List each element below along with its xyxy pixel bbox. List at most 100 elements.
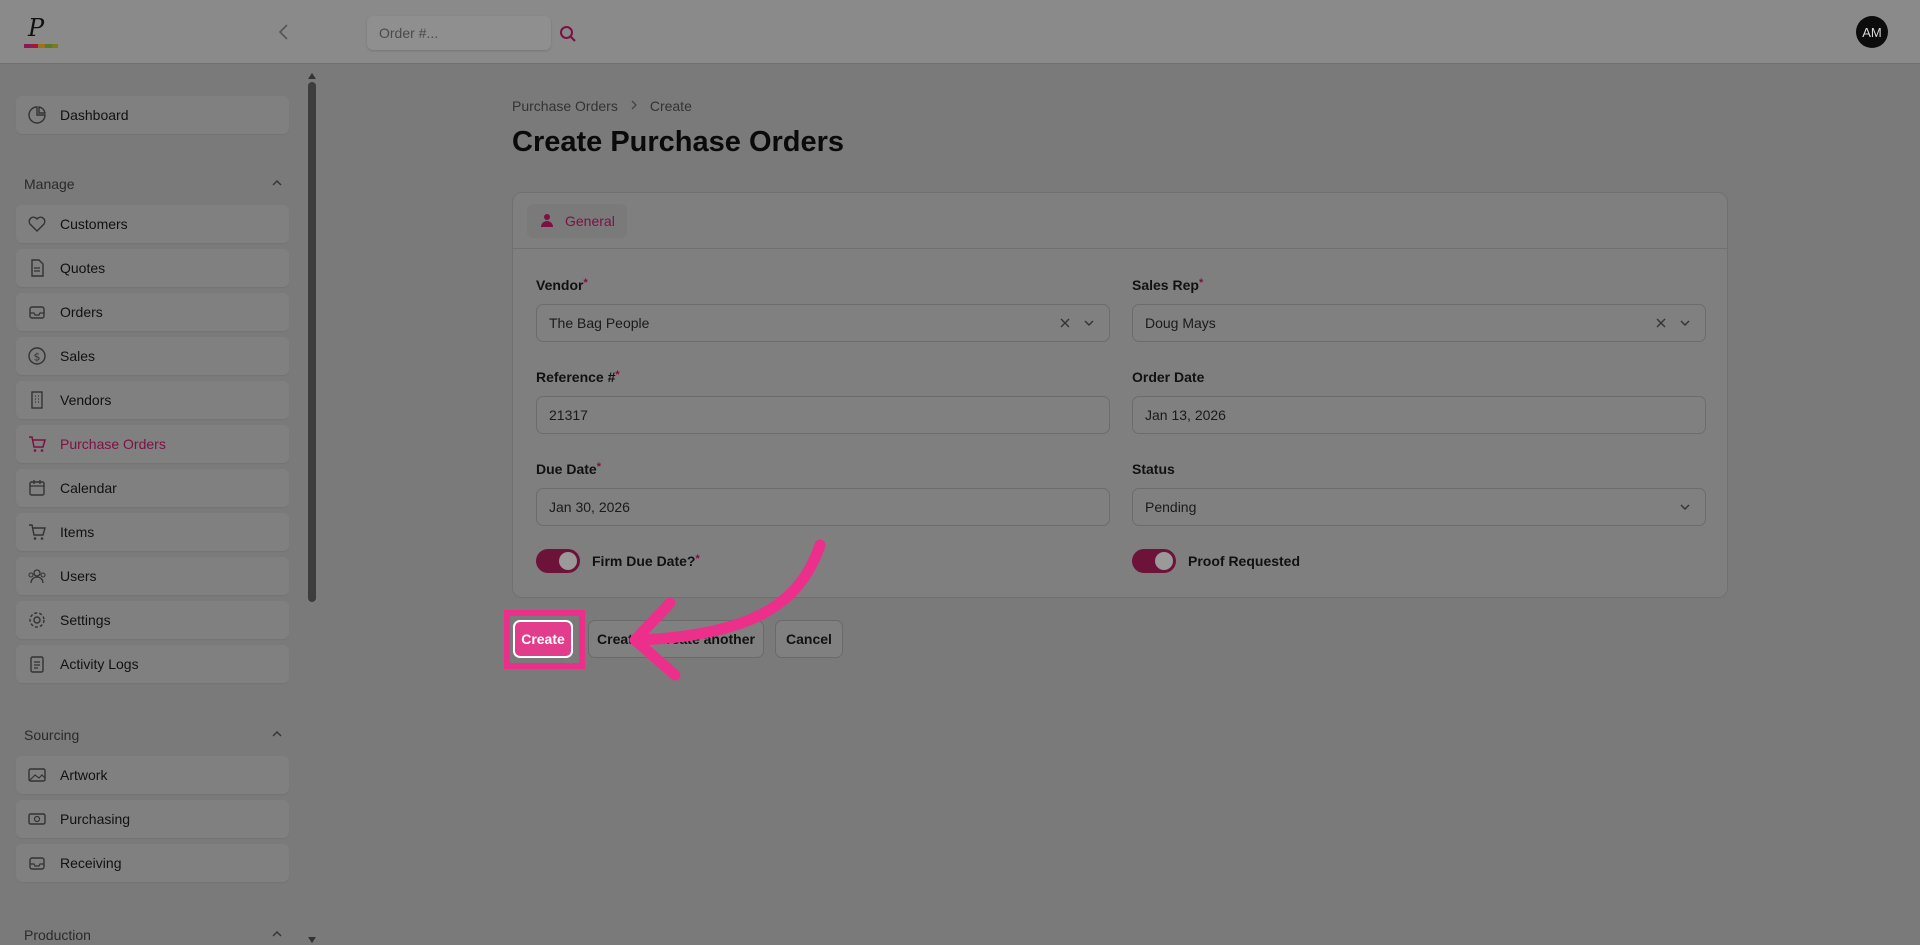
top-bar: P AM xyxy=(0,0,1920,64)
sidebar-item-label: Artwork xyxy=(60,767,108,783)
breadcrumb-purchase-orders[interactable]: Purchase Orders xyxy=(512,98,618,114)
breadcrumb-create: Create xyxy=(649,98,692,114)
scroll-down-arrow-icon[interactable] xyxy=(306,932,318,943)
pie-chart-icon xyxy=(26,104,48,126)
sidebar-item-purchasing[interactable]: Purchasing xyxy=(16,800,289,838)
chevron-down-icon[interactable] xyxy=(1081,315,1097,331)
search-icon[interactable] xyxy=(558,24,578,44)
clipboard-icon xyxy=(26,653,48,675)
app-logo[interactable]: P xyxy=(22,14,62,54)
status-value: Pending xyxy=(1145,499,1197,515)
inbox-icon xyxy=(26,301,48,323)
sidebar-item-purchase-orders[interactable]: Purchase Orders xyxy=(16,425,289,463)
create-button[interactable]: Create xyxy=(513,620,573,658)
page-title: Create Purchase Orders xyxy=(512,126,845,158)
section-manage[interactable]: Manage xyxy=(24,174,284,194)
inbox-icon xyxy=(26,852,48,874)
section-production[interactable]: Production xyxy=(24,925,284,945)
sales-rep-label: Sales Rep* xyxy=(1132,277,1204,293)
calendar-icon xyxy=(26,477,48,499)
sidebar-item-items[interactable]: Items xyxy=(16,513,289,551)
sidebar-item-label: Calendar xyxy=(60,480,117,496)
sidebar-item-dashboard[interactable]: Dashboard xyxy=(16,96,289,134)
cart-icon xyxy=(26,521,48,543)
section-title: Manage xyxy=(24,176,75,192)
reference-value: 21317 xyxy=(549,407,588,423)
chevron-up-icon[interactable] xyxy=(270,176,284,193)
sidebar-item-label: Users xyxy=(60,568,97,584)
sidebar-item-label: Vendors xyxy=(60,392,112,408)
order-date-input[interactable]: Jan 13, 2026 xyxy=(1132,396,1706,434)
sidebar-item-label: Dashboard xyxy=(60,107,129,123)
sidebar-item-label: Sales xyxy=(60,348,96,364)
vendor-value: The Bag People xyxy=(549,315,650,331)
sidebar-item-label: Items xyxy=(60,524,95,540)
chevron-up-icon[interactable] xyxy=(270,927,284,944)
proof-requested-label: Proof Requested xyxy=(1188,553,1301,569)
firm-due-date-label: Firm Due Date?* xyxy=(592,553,700,569)
chevron-up-icon[interactable] xyxy=(270,727,284,744)
toggle-knob xyxy=(559,552,577,570)
section-title: Production xyxy=(24,927,91,943)
cancel-button[interactable]: Cancel xyxy=(775,620,843,658)
sales-rep-select[interactable]: Doug Mays xyxy=(1132,304,1706,342)
order-date-value: Jan 13, 2026 xyxy=(1145,407,1226,423)
svg-text:P: P xyxy=(27,14,45,42)
collapse-sidebar-icon[interactable] xyxy=(272,20,296,44)
sales-rep-value: Doug Mays xyxy=(1145,315,1216,331)
sidebar-item-label: Customers xyxy=(60,216,128,232)
clear-icon[interactable] xyxy=(1653,315,1669,331)
clear-icon[interactable] xyxy=(1057,315,1073,331)
due-date-input[interactable]: Jan 30, 2026 xyxy=(536,488,1110,526)
section-title: Sourcing xyxy=(24,727,80,743)
card-tabs: General xyxy=(513,193,1727,249)
create-another-button[interactable]: Create & create another xyxy=(588,620,764,658)
firm-due-date-toggle[interactable] xyxy=(536,549,580,573)
scroll-up-arrow-icon[interactable] xyxy=(306,68,318,79)
proof-requested-toggle[interactable] xyxy=(1132,549,1176,573)
due-date-value: Jan 30, 2026 xyxy=(549,499,630,515)
status-select[interactable]: Pending xyxy=(1132,488,1706,526)
order-date-label: Order Date xyxy=(1132,369,1205,385)
status-label: Status xyxy=(1132,461,1175,477)
toggle-knob xyxy=(1155,552,1173,570)
sidebar-item-label: Purchasing xyxy=(60,811,131,827)
vendor-select[interactable]: The Bag People xyxy=(536,304,1110,342)
sidebar-item-sales[interactable]: $ Sales xyxy=(16,337,289,375)
tab-general[interactable]: General xyxy=(527,204,627,238)
cart-icon xyxy=(26,433,48,455)
user-avatar[interactable]: AM xyxy=(1856,16,1888,48)
sidebar-scroll-thumb[interactable] xyxy=(308,82,316,602)
sidebar-item-label: Activity Logs xyxy=(60,656,139,672)
vendor-label: Vendor* xyxy=(536,277,588,293)
reference-label: Reference #* xyxy=(536,369,620,385)
chevron-down-icon[interactable] xyxy=(1677,499,1693,515)
sidebar-item-artwork[interactable]: Artwork xyxy=(16,756,289,794)
sidebar: Dashboard Manage Customers Quotes Orders… xyxy=(0,65,304,945)
section-sourcing[interactable]: Sourcing xyxy=(24,725,284,745)
gear-icon xyxy=(26,609,48,631)
sidebar-item-settings[interactable]: Settings xyxy=(16,601,289,639)
sidebar-item-activity-logs[interactable]: Activity Logs xyxy=(16,645,289,683)
search-box xyxy=(367,16,551,50)
due-date-label: Due Date* xyxy=(536,461,601,477)
dollar-icon: $ xyxy=(26,345,48,367)
sidebar-item-vendors[interactable]: Vendors xyxy=(16,381,289,419)
user-icon xyxy=(539,212,555,231)
sidebar-item-calendar[interactable]: Calendar xyxy=(16,469,289,507)
sidebar-item-users[interactable]: Users xyxy=(16,557,289,595)
reference-input[interactable]: 21317 xyxy=(536,396,1110,434)
sidebar-item-label: Settings xyxy=(60,612,111,628)
breadcrumb: Purchase Orders Create xyxy=(512,98,692,114)
sidebar-item-orders[interactable]: Orders xyxy=(16,293,289,331)
document-icon xyxy=(26,257,48,279)
sidebar-item-label: Quotes xyxy=(60,260,106,276)
sidebar-item-quotes[interactable]: Quotes xyxy=(16,249,289,287)
image-icon xyxy=(26,764,48,786)
sidebar-item-label: Orders xyxy=(60,304,103,320)
sidebar-item-customers[interactable]: Customers xyxy=(16,205,289,243)
sidebar-item-receiving[interactable]: Receiving xyxy=(16,844,289,882)
chevron-down-icon[interactable] xyxy=(1677,315,1693,331)
order-search-input[interactable] xyxy=(367,16,551,50)
users-icon xyxy=(26,565,48,587)
